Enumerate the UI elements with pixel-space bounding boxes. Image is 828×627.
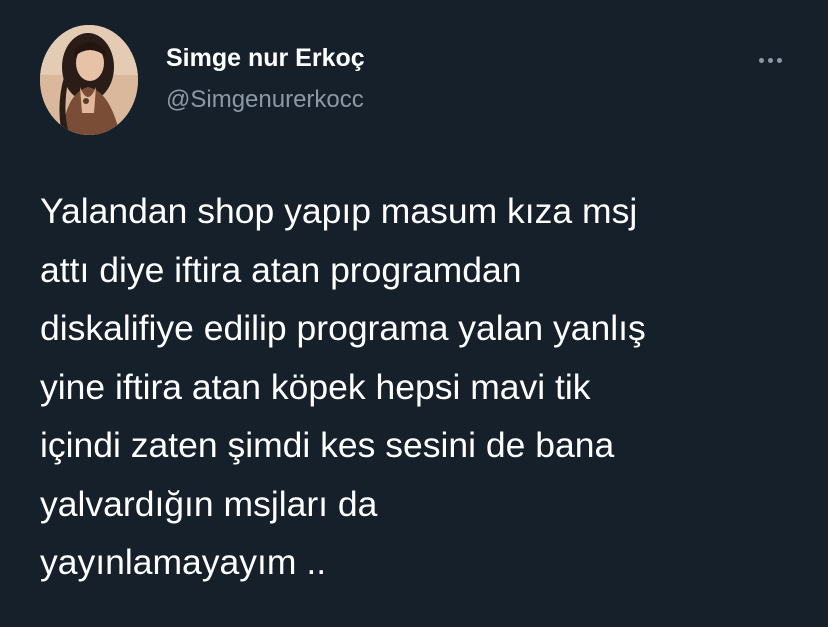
avatar[interactable] [40, 25, 138, 135]
avatar-photo [40, 25, 138, 135]
more-dot [758, 57, 764, 63]
tweet-text-line: diskalifiye edilip programa yalan yanlış [40, 308, 646, 348]
more-options-icon[interactable] [750, 46, 790, 74]
tweet-text-line: yayınlamayayım .. [40, 542, 327, 582]
tweet-text-line: attı diye iftira atan programdan [40, 249, 522, 290]
tweet-text: Yalandan shop yapıp masum kıza msj attı … [40, 182, 810, 592]
author-handle[interactable]: @Simgenurerkocc [166, 86, 364, 114]
more-dot [767, 57, 773, 63]
tweet-text-line: yine iftira atan köpek hepsi mavi tik [40, 366, 591, 407]
tweet-text-line: yalvardığın msjları da [40, 483, 378, 524]
tweet-card: Simge nur Erkoç @Simgenurerkocc Yalandan… [0, 0, 828, 627]
author-display-name[interactable]: Simge nur Erkoç [166, 44, 365, 73]
more-dot [776, 57, 782, 63]
tweet-text-line: içindi zaten şimdi kes sesini de bana [40, 425, 615, 465]
tweet-text-line: Yalandan shop yapıp masum kıza msj [40, 191, 638, 231]
